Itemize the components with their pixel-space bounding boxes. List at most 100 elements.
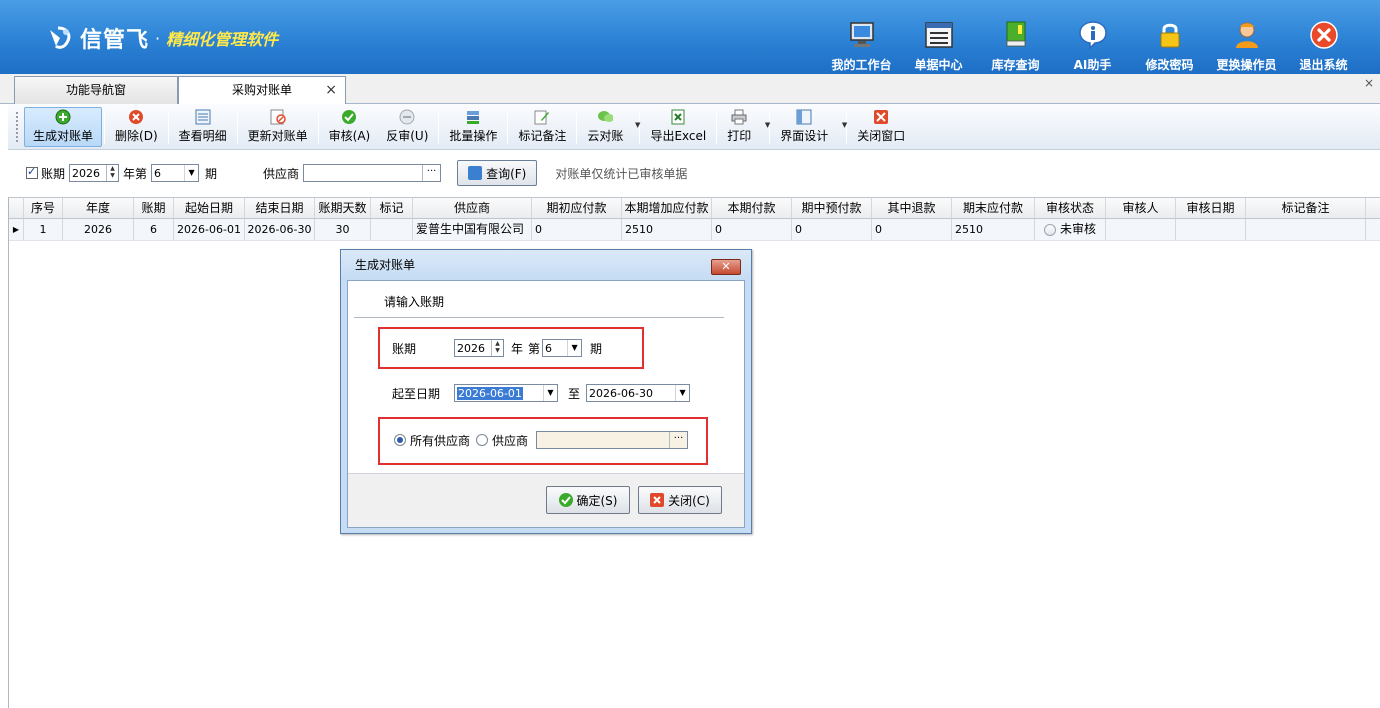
- dialog-to-label: 至: [568, 386, 581, 401]
- cell-increase[interactable]: 2510: [622, 219, 712, 240]
- col-header[interactable]: 标记: [371, 198, 413, 218]
- cell-start-date[interactable]: 2026-06-01: [174, 219, 245, 240]
- generate-statement-dialog: 生成对账单 ✕ 请输入账期 账期 2026 ▲ ▼ 年 第 6 ▼ 期 起至日期 …: [340, 249, 752, 534]
- mark-note-label: 标记备注: [518, 129, 567, 143]
- period-select[interactable]: 6 ▼: [151, 164, 200, 182]
- query-button[interactable]: 查询(F): [457, 160, 538, 186]
- cell-supplier[interactable]: 爱普生中国有限公司: [413, 219, 532, 240]
- cell-end-date[interactable]: 2026-06-30: [245, 219, 315, 240]
- col-header[interactable]: 供应商: [413, 198, 532, 218]
- cell-closing[interactable]: 2510: [952, 219, 1035, 240]
- cell-auditor[interactable]: [1106, 219, 1176, 240]
- col-header[interactable]: 审核状态: [1035, 198, 1106, 218]
- chevron-down-icon[interactable]: ▼: [184, 165, 198, 181]
- chevron-down-icon[interactable]: ▼: [675, 385, 689, 401]
- all-suppliers-label: 所有供应商: [410, 433, 471, 448]
- print-button[interactable]: 打印 ▼: [719, 107, 770, 147]
- nav-exit[interactable]: 退出系统: [1285, 20, 1362, 73]
- col-header[interactable]: 审核日期: [1176, 198, 1246, 218]
- col-header[interactable]: 本期付款: [712, 198, 792, 218]
- cell-paid[interactable]: 0: [712, 219, 792, 240]
- supplier-input[interactable]: ···: [303, 164, 442, 182]
- print-dropdown-icon[interactable]: ▼: [765, 121, 770, 129]
- status-circle-icon: [1043, 223, 1056, 236]
- col-header[interactable]: 结束日期: [245, 198, 315, 218]
- generate-statement-button[interactable]: 生成对账单: [24, 106, 103, 147]
- nav-document-center[interactable]: 单据中心: [900, 20, 977, 73]
- cell-opening[interactable]: 0: [532, 219, 622, 240]
- close-window-button[interactable]: 关闭窗口: [849, 107, 913, 147]
- check-circle-icon: [341, 109, 357, 125]
- top-navigation: 我的工作台 单据中心 库存查询 AI助手 修改密码 更换操作员 退出系统: [823, 20, 1362, 73]
- stepper-arrows-icon[interactable]: ▲ ▼: [491, 340, 503, 356]
- col-header[interactable]: 本期增加应付款: [622, 198, 712, 218]
- unaudit-button[interactable]: 反审(U): [378, 107, 436, 147]
- view-detail-button[interactable]: 查看明细: [171, 107, 235, 147]
- ui-design-button[interactable]: 界面设计 ▼: [772, 107, 847, 147]
- tab-close-icon[interactable]: ×: [325, 77, 337, 104]
- col-header[interactable]: 账期: [134, 198, 174, 218]
- col-header[interactable]: 起始日期: [174, 198, 245, 218]
- detail-list-icon: [195, 109, 211, 125]
- chevron-down-icon[interactable]: ▼: [567, 340, 581, 356]
- chevron-down-icon[interactable]: ▼: [543, 385, 557, 401]
- col-header[interactable]: 期末应付款: [952, 198, 1035, 218]
- cell-refund[interactable]: 0: [872, 219, 952, 240]
- year-stepper[interactable]: 2026 ▲ ▼: [69, 164, 120, 182]
- dialog-supplier-input[interactable]: ···: [536, 431, 689, 449]
- mark-note-button[interactable]: 标记备注: [510, 107, 574, 147]
- cloud-reconcile-button[interactable]: 云对账 ▼: [579, 107, 640, 147]
- start-date-picker[interactable]: 2026-06-01 ▼: [454, 384, 558, 402]
- col-header[interactable]: 审核人: [1106, 198, 1176, 218]
- cell-audit-date[interactable]: [1176, 219, 1246, 240]
- cell-days[interactable]: 30: [315, 219, 371, 240]
- col-header[interactable]: 标记备注: [1246, 198, 1366, 218]
- all-suppliers-radio[interactable]: [394, 434, 406, 446]
- dialog-year-stepper[interactable]: 2026 ▲ ▼: [454, 339, 504, 357]
- delete-button[interactable]: 删除(D): [107, 107, 166, 147]
- ellipsis-icon[interactable]: ···: [669, 432, 687, 448]
- table-row[interactable]: ▶ 1 2026 6 2026-06-01 2026-06-30 30 爱普生中…: [9, 219, 1380, 241]
- col-header[interactable]: 期初应付款: [532, 198, 622, 218]
- supplier-radio[interactable]: [476, 434, 489, 446]
- ui-design-dropdown-icon[interactable]: ▼: [842, 121, 847, 129]
- col-header[interactable]: 期中预付款: [792, 198, 872, 218]
- nav-workbench[interactable]: 我的工作台: [823, 20, 900, 73]
- tab-purchase-statement[interactable]: 采购对账单 ×: [178, 76, 346, 105]
- cell-prepaid[interactable]: 0: [792, 219, 872, 240]
- update-statement-button[interactable]: 更新对账单: [240, 107, 316, 147]
- tab-function-nav[interactable]: 功能导航窗: [14, 76, 178, 104]
- export-excel-button[interactable]: 导出Excel: [642, 107, 714, 147]
- cell-period[interactable]: 6: [134, 219, 174, 240]
- period-checkbox[interactable]: [26, 165, 38, 179]
- toolbar: 生成对账单 删除(D) 查看明细 更新对账单 审核(A) 反审(U) 批量操作 …: [8, 104, 1380, 150]
- stepper-arrows-icon[interactable]: ▲ ▼: [106, 165, 118, 181]
- confirm-check-icon: [558, 493, 573, 507]
- cell-mark[interactable]: [371, 219, 413, 240]
- cell-year[interactable]: 2026: [63, 219, 134, 240]
- cell-status[interactable]: 未审核: [1035, 219, 1106, 240]
- toolbar-separator: [507, 109, 509, 144]
- inventory-book-icon: [1001, 20, 1031, 50]
- dialog-period-select[interactable]: 6 ▼: [542, 339, 583, 357]
- nav-change-password[interactable]: 修改密码: [1131, 20, 1208, 73]
- col-header[interactable]: 账期天数: [315, 198, 371, 218]
- cell-seq[interactable]: 1: [24, 219, 63, 240]
- cell-note[interactable]: [1246, 219, 1366, 240]
- end-date-value: 2026-06-30: [589, 386, 653, 400]
- confirm-button[interactable]: 确定(S): [546, 486, 630, 514]
- nav-ai-assistant[interactable]: AI助手: [1054, 20, 1131, 73]
- audit-button[interactable]: 审核(A): [321, 107, 379, 147]
- col-header[interactable]: 年度: [63, 198, 134, 218]
- end-date-picker[interactable]: 2026-06-30 ▼: [586, 384, 691, 402]
- batch-operation-button[interactable]: 批量操作: [441, 107, 505, 147]
- cloud-dropdown-icon[interactable]: ▼: [635, 121, 640, 129]
- close-all-tabs-icon[interactable]: ×: [1364, 76, 1374, 90]
- dialog-close-button[interactable]: ✕: [711, 259, 741, 275]
- close-button[interactable]: 关闭(C): [638, 486, 722, 514]
- nav-switch-operator[interactable]: 更换操作员: [1208, 20, 1285, 73]
- nav-inventory[interactable]: 库存查询: [977, 20, 1054, 73]
- ellipsis-icon[interactable]: ···: [422, 165, 440, 181]
- col-header[interactable]: 序号: [24, 198, 63, 218]
- col-header[interactable]: 其中退款: [872, 198, 952, 218]
